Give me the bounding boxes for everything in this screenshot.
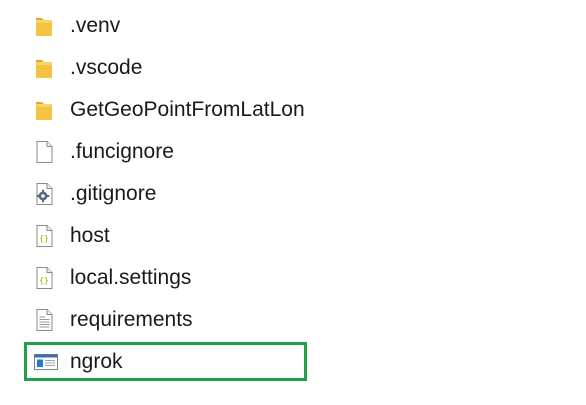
file-name: local.settings bbox=[70, 266, 192, 289]
file-name: .venv bbox=[70, 14, 121, 37]
list-item-funcignore[interactable]: .funcignore bbox=[0, 131, 586, 173]
blank-file-icon bbox=[33, 140, 55, 164]
file-name: GetGeoPointFromLatLon bbox=[70, 98, 305, 121]
list-item-gitignore[interactable]: .gitignore bbox=[0, 173, 586, 215]
file-name: ngrok bbox=[70, 350, 123, 373]
svg-text:{}: {} bbox=[39, 234, 49, 243]
list-item-getgeopointfromlatlon[interactable]: GetGeoPointFromLatLon bbox=[0, 89, 586, 131]
file-name: host bbox=[70, 224, 110, 247]
application-icon bbox=[33, 350, 59, 374]
list-item-venv[interactable]: .venv bbox=[0, 5, 586, 47]
list-item-local-settings[interactable]: {} local.settings bbox=[0, 257, 586, 299]
folder-icon bbox=[33, 14, 55, 38]
text-file-icon bbox=[33, 308, 55, 332]
file-name: .gitignore bbox=[70, 182, 157, 205]
list-item-ngrok[interactable]: ngrok bbox=[0, 341, 586, 383]
json-file-icon: {} bbox=[33, 266, 55, 290]
file-name: requirements bbox=[70, 308, 193, 331]
list-item-host[interactable]: {} host bbox=[0, 215, 586, 257]
file-list: .venv .vscode GetGeoPointFromLatLon .fun… bbox=[0, 5, 586, 383]
json-file-icon: {} bbox=[33, 224, 55, 248]
list-item-vscode[interactable]: .vscode bbox=[0, 47, 586, 89]
file-name: .funcignore bbox=[70, 140, 174, 163]
svg-text:{}: {} bbox=[39, 276, 49, 285]
folder-icon bbox=[33, 98, 55, 122]
list-item-requirements[interactable]: requirements bbox=[0, 299, 586, 341]
folder-icon bbox=[33, 56, 55, 80]
settings-file-icon bbox=[33, 182, 55, 206]
file-name: .vscode bbox=[70, 56, 143, 79]
